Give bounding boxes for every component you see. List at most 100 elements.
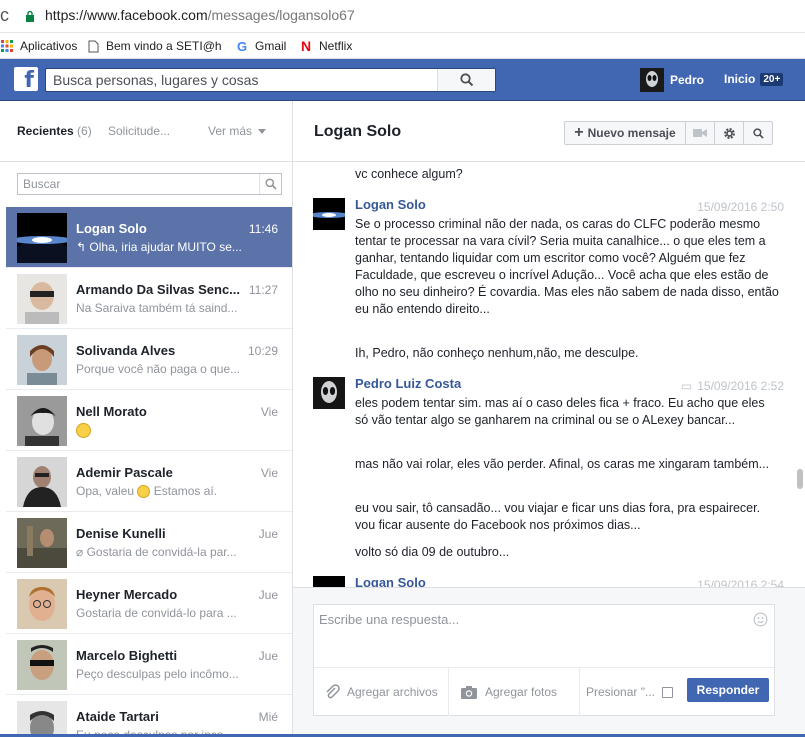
conversation-search [17,173,282,195]
bookmark-gmail[interactable]: G Gmail [235,37,286,55]
conversation-snippet [76,423,246,439]
conversation-item[interactable]: Ataide Tartari Mié Eu peço desculpas por… [6,695,292,737]
chevron-down-icon [258,129,267,135]
global-search-input[interactable] [46,69,446,91]
message-sender[interactable]: Logan Solo [355,197,426,212]
notification-badge: 20+ [760,72,784,86]
bookmark-seti[interactable]: Bem vindo a SETI@hc [86,37,221,55]
sidebar-header: Recientes (6) Solicitude... Ver más [0,101,292,162]
bookmark-apps[interactable]: Aplicativos [0,37,77,55]
press-enter-checkbox[interactable] [661,686,673,698]
conversation-time: 11:27 [248,283,278,297]
avatar [313,576,345,587]
press-enter-toggle[interactable]: Presionar "... [586,668,673,716]
conversation-time: Jue [258,649,278,663]
bookmark-label: Netflix [319,39,353,53]
avatar [17,213,67,263]
smiley-emoji-icon [137,485,151,499]
message-text: Ih, Pedro, não conheço nenhum,não, me de… [355,346,639,360]
bookmarks-bar: Aplicativos Bem vindo a SETI@hc G Gmail … [0,33,805,59]
emoji-icon[interactable] [753,612,768,627]
message-sender[interactable]: Logan Solo [355,575,426,587]
message-time: ▭ 15/09/2016 2:52 [680,379,784,393]
video-camera-icon [693,129,707,137]
browser-address-bar: c https://www.facebook.com/messages/loga… [0,0,805,33]
tab-recent[interactable]: Recientes (6) [17,124,92,138]
attach-files-button[interactable]: Agregar archivos [324,668,449,716]
conversation-name: Heyner Mercado [76,587,178,602]
message-time: 15/09/2016 2:54 [697,578,784,587]
search-icon [460,73,474,87]
conversation-item[interactable]: Logan Solo 11:46 ↰ Olha, iria ajudar MUI… [6,207,292,268]
conversation-item[interactable]: Denise Kunelli Jue ⌀ Gostaria de convidá… [6,512,292,573]
add-photos-button[interactable]: Agregar fotos [460,668,580,716]
netflix-icon: N [300,38,312,54]
reply-input[interactable] [314,605,754,667]
seen-chat-icon: ▭ [680,379,693,393]
conversation-item[interactable]: Armando Da Silvas Senc... 11:27 Na Sarai… [6,268,292,329]
new-message-button[interactable]: + Nuevo mensaje [565,122,686,144]
scrollbar-thumb[interactable] [797,469,803,489]
avatar [640,68,664,92]
conversation-snippet: Peço desculpas pelo incômo... [76,667,239,681]
conversation-item[interactable]: Solivanda Alves 10:29 Porque você não pa… [6,329,292,390]
conversation-snippet: Porque você não paga o que... [76,362,241,376]
address-url[interactable]: https://www.facebook.com/messages/logans… [45,7,355,23]
conversation-name: Armando Da Silvas Senc... [76,282,241,297]
thread-search-button[interactable] [744,122,772,144]
gear-icon [723,127,735,139]
global-search-button[interactable] [437,69,495,91]
more-dropdown[interactable]: Ver más [208,124,267,138]
thread-title: Logan Solo [314,123,402,140]
bookmark-label: Gmail [255,39,287,53]
conversation-name: Nell Morato [76,404,147,419]
conversation-item[interactable]: Nell Morato Vie [6,390,292,451]
conversation-name: Logan Solo [76,221,147,236]
message-text: Se o processo criminal não der nada, os … [355,217,779,316]
conversation-item[interactable]: Ademir Pascale Vie Opa, valeu Estamos aí… [6,451,292,512]
conversation-time: 10:29 [247,344,278,358]
bookmark-netflix[interactable]: N Netflix [299,37,352,55]
avatar [17,396,67,446]
reply-box: Agregar archivos Agregar fotos Presionar… [313,604,775,716]
message-text: vc conhece algum? [355,167,463,181]
composer-toolbar: Agregar archivos Agregar fotos Presionar… [314,667,774,716]
tab-requests[interactable]: Solicitude... [108,124,170,138]
bookmark-label: Bem vindo a SETI@hc [106,39,221,53]
recent-count: (6) [77,124,92,138]
settings-button[interactable] [715,122,744,144]
avatar [17,335,67,385]
conversation-search-input[interactable] [18,174,254,194]
conversation-name: Marcelo Bighetti [76,648,178,663]
avatar [313,198,345,230]
message-sender[interactable]: Pedro Luiz Costa [355,376,461,391]
thread-header: Logan Solo + Nuevo mensaje [293,101,805,162]
apps-grid-icon [0,39,14,53]
message-text: eu vou sair, tô cansadão... vou viajar e… [355,501,761,532]
avatar [17,518,67,568]
video-call-button[interactable] [686,122,715,144]
conversation-time: 11:46 [248,222,278,236]
reload-icon[interactable]: c [0,5,9,27]
conversation-sidebar: Recientes (6) Solicitude... Ver más Loga… [0,101,293,737]
conversation-time: Vie [260,405,278,419]
message-text: volto só dia 09 de outubro... [355,545,510,559]
home-link[interactable]: Inicio 20+ [724,72,784,86]
thread-scrollbar[interactable] [795,162,805,587]
conversation-item[interactable]: Marcelo Bighetti Jue Peço desculpas pelo… [6,634,292,695]
bookmark-label: Aplicativos [20,39,78,53]
conversation-item[interactable]: Heyner Mercado Jue Gostaria de convidá-l… [6,573,292,634]
avatar [17,701,67,737]
avatar [313,377,345,409]
search-icon [265,178,277,190]
conversation-name: Denise Kunelli [76,526,166,541]
conversation-name: Solivanda Alves [76,343,176,358]
facebook-logo-icon[interactable]: f [14,67,38,91]
conversation-time: Vie [260,466,278,480]
conversation-snippet: ⌀ Gostaria de convidá-la par... [76,545,237,559]
conversation-search-button[interactable] [259,174,281,194]
profile-link[interactable]: Pedro [640,68,704,92]
thread-actions: + Nuevo mensaje [564,121,773,145]
send-button[interactable]: Responder [687,678,769,702]
conversation-time: Jue [258,588,278,602]
